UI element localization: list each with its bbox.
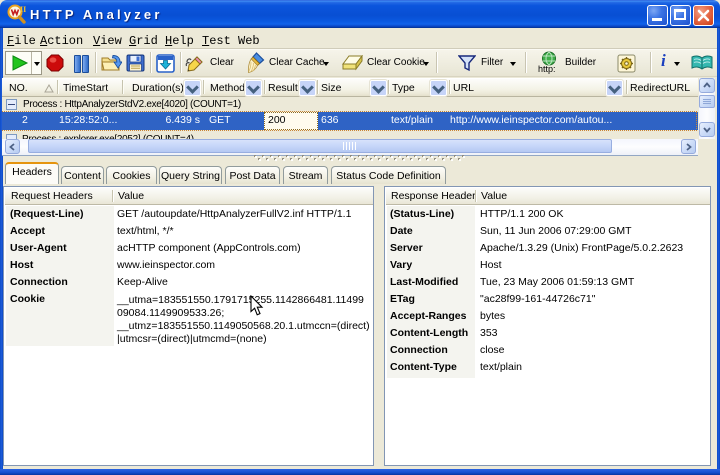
- svg-text:II: II: [20, 5, 26, 14]
